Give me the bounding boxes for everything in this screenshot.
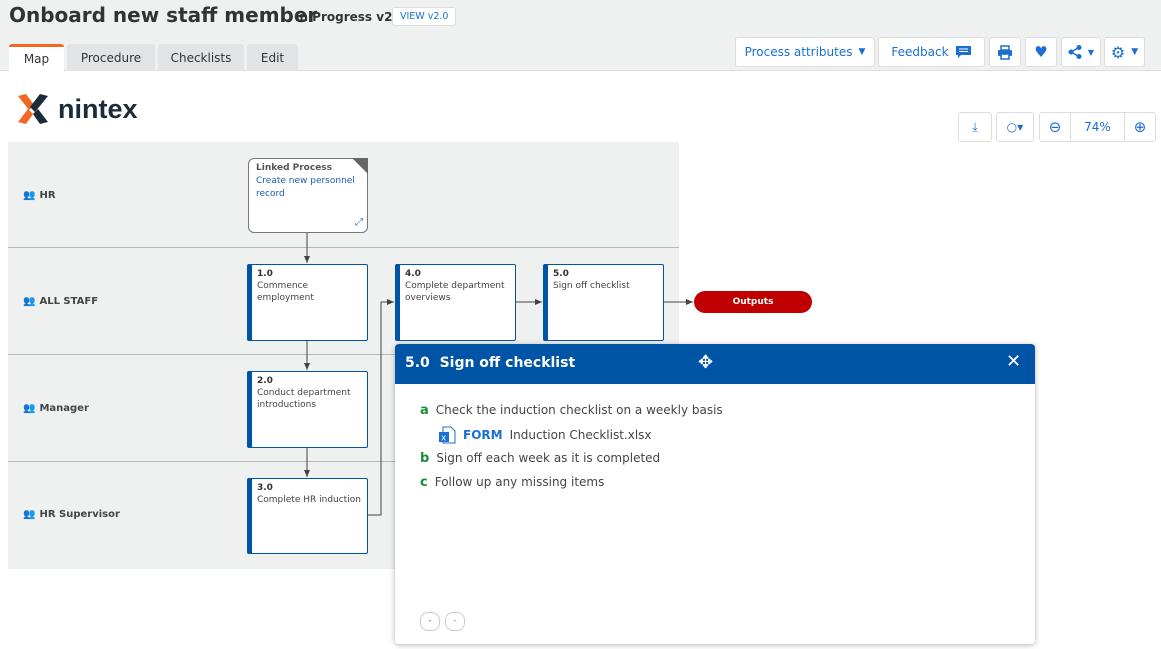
activity-label: Sign off checklist [553, 281, 630, 291]
move-icon[interactable]: ✥ [698, 352, 713, 373]
step-text: Sign off each week as it is completed [436, 451, 661, 465]
linked-process[interactable]: Linked Process Create new personnel reco… [248, 158, 368, 233]
expand-button[interactable]: - [445, 612, 465, 631]
linked-process-heading: Linked Process [256, 163, 333, 173]
activity-number: 5.0 [553, 269, 569, 279]
step-c: c Follow up any missing items [420, 475, 604, 490]
collapse-button[interactable]: - [420, 612, 440, 631]
linked-process-link[interactable]: Create new personnel record [256, 175, 360, 201]
activity-label: Conduct department introductions [257, 388, 351, 410]
activity-number: 4.0 [405, 269, 421, 279]
activity-1[interactable]: 1.0 Commence employment [247, 264, 368, 341]
expand-icon[interactable]: ⤢ [355, 216, 363, 229]
close-icon[interactable]: ✕ [1006, 351, 1021, 372]
outputs-pill[interactable]: Outputs [694, 291, 812, 313]
activity-number: 2.0 [257, 376, 273, 386]
activity-4[interactable]: 4.0 Complete department overviews [395, 264, 516, 341]
step-letter: a [420, 403, 429, 418]
svg-text:x: x [441, 434, 447, 444]
activity-3[interactable]: 3.0 Complete HR induction [247, 478, 368, 554]
activity-5[interactable]: 5.0 Sign off checklist [543, 264, 664, 341]
step-text: Follow up any missing items [434, 475, 605, 489]
activity-label: Complete department overviews [405, 281, 505, 303]
step-letter: c [420, 475, 428, 490]
activity-label: Complete HR induction [257, 495, 361, 505]
activity-label: Commence employment [257, 281, 314, 303]
popup-number: 5.0 [405, 355, 430, 371]
step-a: a Check the induction checklist on a week… [420, 403, 723, 418]
activity-number: 1.0 [257, 269, 273, 279]
step-b: b Sign off each week as it is completed [420, 451, 660, 466]
activity-number: 3.0 [257, 483, 273, 493]
step-letter: b [420, 451, 430, 466]
popup-title: Sign off checklist [439, 355, 576, 371]
folded-corner [352, 158, 368, 174]
activity-2[interactable]: 2.0 Conduct department introductions [247, 371, 368, 448]
activity-popup: 5.0 Sign off checklist ✥ ✕ a Check the in… [395, 344, 1035, 644]
attachment-type: FORM [463, 428, 503, 442]
step-text: Check the induction checklist on a weekl… [435, 403, 723, 417]
attachment-name: Induction Checklist.xlsx [509, 428, 652, 442]
attachment-link[interactable]: x FORM Induction Checklist.xlsx [438, 426, 652, 444]
popup-header[interactable]: 5.0 Sign off checklist ✥ ✕ [395, 344, 1035, 384]
excel-file-icon: x [439, 426, 456, 444]
